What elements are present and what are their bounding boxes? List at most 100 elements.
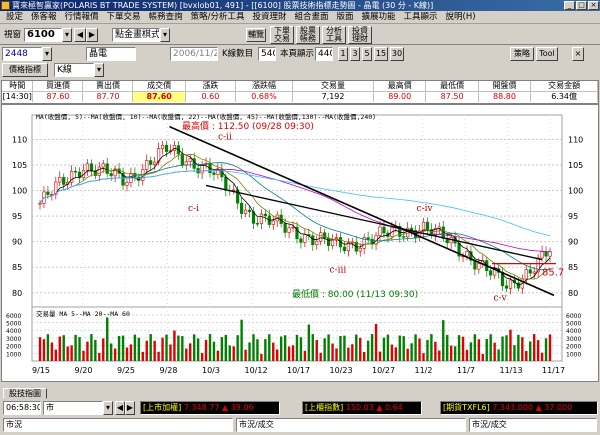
volume-bar [442, 320, 445, 361]
menu-extend[interactable]: 擴展功能 [358, 11, 400, 23]
candle-body [141, 168, 145, 181]
quote-header-change: 漲跌 [185, 81, 236, 92]
volume-bar [355, 334, 358, 361]
chevron-down-icon: ▾ [162, 30, 167, 39]
invest-button[interactable]: 投資 理財 [348, 26, 372, 44]
candle-body [342, 246, 347, 252]
candle-body [73, 171, 78, 173]
interval-5-button[interactable]: 5 [362, 47, 372, 61]
indicator-toolbar: 價格指標 K線 ▾ [0, 62, 600, 77]
forward-button[interactable]: ▶ [86, 28, 98, 42]
mode-dropdown[interactable]: ▾ [160, 28, 170, 42]
maximize-button[interactable]: □ [576, 1, 587, 10]
kcount-input[interactable]: 540 [258, 47, 276, 61]
screen-code-dropdown[interactable]: ▾ [62, 28, 72, 42]
date-tick: 9/28 [160, 366, 178, 375]
scroll-left-button[interactable]: ◀ [115, 401, 125, 415]
chevron-down-icon: ▾ [105, 403, 110, 412]
volume-bar [86, 341, 89, 361]
price-tick-left: 105 [12, 161, 27, 170]
volume-bar [390, 344, 394, 361]
volume-bar [268, 334, 271, 361]
menu-quotes[interactable]: 行情報價 [61, 11, 103, 23]
help-button[interactable]: 輔覽 [246, 28, 266, 42]
tab-chart[interactable]: 股技指圖 [3, 388, 47, 399]
volume-bar [272, 342, 275, 361]
volume-bar [102, 338, 105, 361]
candle-body [291, 226, 295, 229]
arrow-right-icon: ▶ [88, 30, 96, 39]
volume-bar [54, 349, 58, 361]
volume-bar [418, 338, 421, 361]
wave-label-c-iv: c-iv [417, 204, 434, 214]
display-input[interactable]: 440 [315, 47, 333, 61]
stock-chart[interactable]: 110 110 105 105 100 100 95 95 90 90 85 85 80 80 6000 60… [2, 105, 598, 381]
candle-body [188, 158, 192, 162]
volume-legend: 交易量 MA 5--MA 20--MA 60 [36, 309, 130, 318]
interval-30-button[interactable]: 30 [390, 47, 404, 61]
screen-code-input[interactable]: 6100 [24, 28, 62, 42]
interval-15-button[interactable]: 15 [374, 47, 388, 61]
menu-strategy[interactable]: 策略/分析工具 [187, 11, 249, 23]
candle-body [85, 163, 90, 171]
date-field[interactable]: 2006/11/22 [170, 47, 218, 61]
chart-area[interactable]: 110 110 105 105 100 100 95 95 90 90 85 85 80 80 6000 60… [1, 104, 599, 382]
back-button[interactable]: ◀ [74, 28, 86, 42]
menu-account[interactable]: 帳務查詢 [145, 11, 187, 23]
price-tick-right: 95 [568, 212, 578, 221]
stock-close-button[interactable]: × [572, 47, 584, 61]
close-button[interactable]: × [588, 1, 599, 10]
candle-body [224, 176, 228, 191]
volume-tick-right: 5000 [566, 321, 581, 328]
futures-change: ▲ 37.000 [535, 403, 573, 412]
market-select[interactable]: 市 [43, 401, 103, 415]
volume-bar [347, 347, 350, 361]
volume-bar [58, 336, 61, 361]
candle-body [263, 213, 267, 217]
date-tick: 11/2 [415, 366, 433, 375]
menu-invest[interactable]: 投資理財 [248, 11, 290, 23]
menu-help[interactable]: 說明(H) [442, 11, 480, 23]
market-dropdown[interactable]: ▾ [103, 401, 113, 415]
tool-button[interactable]: Tool [536, 47, 558, 61]
volume-bar [98, 352, 101, 361]
volume-bar [473, 334, 477, 361]
candle-body [477, 263, 481, 270]
kline-select[interactable]: K線 [54, 63, 94, 77]
candle-body [232, 189, 236, 191]
volume-bar [315, 340, 318, 361]
quote-table: 時間 買進價 賣出價 成交價 漲跌 漲跌幅 交易量 最高價 最低價 開盤價 交易金額 [14:30]… [2, 81, 598, 102]
quote-header-open: 開盤價 [478, 81, 532, 92]
wave-label-c-v: c-v [494, 293, 508, 303]
menu-tools[interactable]: 工具顯示 [400, 11, 442, 23]
volume-bar [529, 341, 532, 361]
scroll-right-button[interactable]: ▶ [125, 401, 135, 415]
volume-bar [335, 348, 338, 361]
volume-bar [540, 352, 544, 361]
candle-body [200, 164, 204, 174]
stock-code-dropdown[interactable]: ▾ [42, 47, 52, 61]
strategy-button[interactable]: 策略 [510, 47, 534, 61]
interval-3-button[interactable]: 3 [350, 47, 360, 61]
price-tick-left: 100 [12, 187, 27, 196]
menu-layout-combo[interactable]: 組合畫面 [290, 11, 332, 23]
stock-code-input[interactable]: 2448 [2, 47, 42, 61]
menu-order[interactable]: 下單交易 [103, 11, 145, 23]
analysis-tool-button[interactable]: 分析 工具 [322, 26, 346, 44]
volume-bar [548, 334, 552, 361]
price-indicator-button[interactable]: 價格指標 [2, 63, 48, 77]
volume-bar [513, 345, 516, 361]
menu-settings[interactable]: 設定 [2, 11, 27, 23]
menu-report[interactable]: 係客報 [27, 11, 61, 23]
account-button[interactable]: 股票 帳務 [296, 26, 320, 44]
interval-1-button[interactable]: 1 [338, 47, 348, 61]
mode-select[interactable]: 點金畫棋式 [112, 28, 160, 42]
volume-bar [185, 348, 188, 361]
menu-layout[interactable]: 版面 [332, 11, 357, 23]
kline-dropdown[interactable]: ▾ [94, 63, 104, 77]
order-button[interactable]: 下單 交易 [270, 26, 294, 44]
volume-bar [161, 337, 164, 361]
candle-body [299, 238, 303, 243]
otc-label: [上櫃指數] [305, 403, 344, 412]
minimize-button[interactable]: _ [564, 1, 575, 10]
